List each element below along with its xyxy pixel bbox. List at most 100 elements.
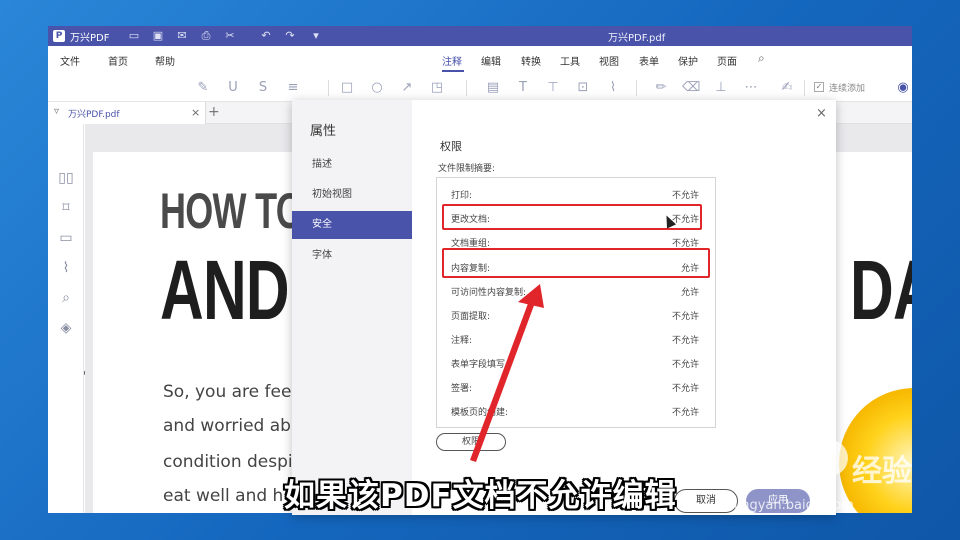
document-tab-label: 万兴PDF.pdf [68,110,120,120]
nav-fonts[interactable]: 字体 [292,242,412,270]
page-text-line: condition despi [163,452,293,472]
arrow-icon[interactable]: ↗ [398,79,416,97]
menu-help[interactable]: 帮助 [155,53,175,68]
tab-menu-icon[interactable]: ▿ [54,106,59,117]
section-title: 权限 [440,140,462,153]
thumbnails-icon[interactable]: ▯▯ [56,168,76,188]
list-item: 注释: 不允许 [437,327,715,351]
watermark-url: jingyan.baidu.com [734,498,854,513]
text-lines-icon[interactable]: ≡ [284,79,302,97]
tab-convert[interactable]: 转换 [521,53,541,68]
dialog-title: 属性 [310,124,337,139]
annotation-toolbar: ✎ U S ≡ □ ○ ↗ ◳ ▤ T ⊤ ⊡ ⌇ ✏ ⌫ ⊥ ⋯ ✍ ✓ 连续… [48,74,912,102]
attachment-icon[interactable]: ⌇ [604,79,622,97]
page-text-line: eat well and h [163,486,284,506]
tab-page[interactable]: 页面 [717,53,737,68]
permission-value: 不允许 [671,360,699,370]
continuous-add-label: 连续添加 [829,84,866,94]
measure-icon[interactable]: ⋯ [742,79,760,97]
tab-form[interactable]: 表单 [639,53,659,68]
close-tab-icon[interactable]: × [191,106,200,119]
tab-edit[interactable]: 编辑 [481,53,501,68]
permission-label: 页面提取: [451,312,491,322]
permission-value: 不允许 [671,336,699,346]
page-text-line: and worried ab [163,416,291,436]
menu-home[interactable]: 首页 [108,53,128,68]
list-item: 签署: 不允许 [437,375,715,399]
tab-protect[interactable]: 保护 [678,53,698,68]
permission-label: 打印: [451,191,473,201]
watermark-text: Bai [728,444,788,486]
page-headline-1: HOW TO [160,183,304,239]
title-bar: P 万兴PDF ▭ ▣ ✉ ⎙ ✂ ↶ ↷ ▾ 万兴PDF.pdf [48,26,912,46]
shape-dropdown-icon[interactable]: ◳ [428,79,446,97]
toolbar-divider [328,80,329,96]
continuous-add-checkbox[interactable]: ✓ [814,82,824,92]
left-sidebar: ▯▯ ⌑ ▭ ⌇ ⌕ ◈ ▸ [48,124,88,513]
circle-icon[interactable]: ○ [368,79,386,97]
rectangle-icon[interactable]: □ [338,79,356,97]
permission-label: 模板页的创建: [451,408,509,418]
permissions-button[interactable]: 权限 [436,433,506,451]
sticky-note-icon[interactable]: ▤ [484,79,502,97]
search-icon[interactable]: ⌕ [758,51,765,66]
email-icon[interactable]: ✉ [174,28,190,44]
eraser-icon[interactable]: ⌫ [682,79,700,97]
callout-icon[interactable]: ⊡ [574,79,592,97]
list-item: 模板页的创建: 不允许 [437,399,715,423]
permission-label: 可访问性内容复制: [451,288,527,298]
permission-value: 不允许 [671,191,699,201]
eye-icon[interactable]: ◉ [894,79,912,97]
page-text-line: So, you are feel [163,382,297,402]
bookmark-icon[interactable]: ⌑ [56,198,76,218]
permission-value: 不允许 [671,312,699,322]
comments-icon[interactable]: ▭ [56,228,76,248]
save-icon[interactable]: ▣ [150,28,166,44]
nav-description[interactable]: 描述 [292,151,412,179]
undo-icon[interactable]: ↶ [258,28,274,44]
print-icon[interactable]: ⎙ [198,28,214,44]
redo-icon[interactable]: ↷ [282,28,298,44]
watermark-cn: 经验 [852,454,912,489]
textbox-icon[interactable]: ⊤ [544,79,562,97]
stamp-icon[interactable]: ⊥ [712,79,730,97]
toolbar-divider [636,80,637,96]
underline-icon[interactable]: U [224,79,242,97]
quick-access-dropdown-icon[interactable]: ▾ [308,28,324,44]
close-icon[interactable]: × [816,106,827,121]
highlight-content-copy [442,248,710,278]
window-title: 万兴PDF.pdf [608,33,666,44]
permission-label: 注释: [451,336,473,346]
document-tab[interactable]: ▿ 万兴PDF.pdf × [48,102,206,124]
list-item: 页面提取: 不允许 [437,303,715,327]
permission-value: 不允许 [671,384,699,394]
tab-comment[interactable]: 注释 [442,53,462,68]
text-icon[interactable]: T [514,79,532,97]
permission-label: 表单字段填写: [451,360,509,370]
layers-icon[interactable]: ◈ [56,318,76,338]
pencil-icon[interactable]: ✏ [652,79,670,97]
nav-security[interactable]: 安全 [292,211,412,239]
tab-view[interactable]: 视图 [599,53,619,68]
toolbar-divider [804,80,805,96]
strikethrough-icon[interactable]: S [254,79,272,97]
restriction-summary-label: 文件限制摘要: [438,164,496,174]
video-caption: 如果该PDF文档不允许编辑 [284,478,677,514]
permission-value: 不允许 [671,408,699,418]
page-headline-3: DA [850,243,912,337]
list-item: 表单字段填写: 不允许 [437,351,715,375]
menu-file[interactable]: 文件 [60,53,80,68]
app-name: 万兴PDF [70,33,110,44]
signature-icon[interactable]: ✍ [778,79,796,97]
new-tab-icon[interactable]: + [208,104,220,120]
attachments-icon[interactable]: ⌇ [56,258,76,278]
nav-initial-view[interactable]: 初始视图 [292,181,412,209]
tab-tools[interactable]: 工具 [560,53,580,68]
scissors-icon[interactable]: ✂ [222,28,238,44]
list-item: 可访问性内容复制: 允许 [437,279,715,303]
highlight-icon[interactable]: ✎ [194,79,212,97]
open-folder-icon[interactable]: ▭ [126,28,142,44]
search-panel-icon[interactable]: ⌕ [56,288,76,308]
menu-bar: 文件 首页 帮助 注释 编辑 转换 工具 视图 表单 保护 页面 ⌕ [48,46,912,74]
app-logo-icon: P [53,30,65,42]
